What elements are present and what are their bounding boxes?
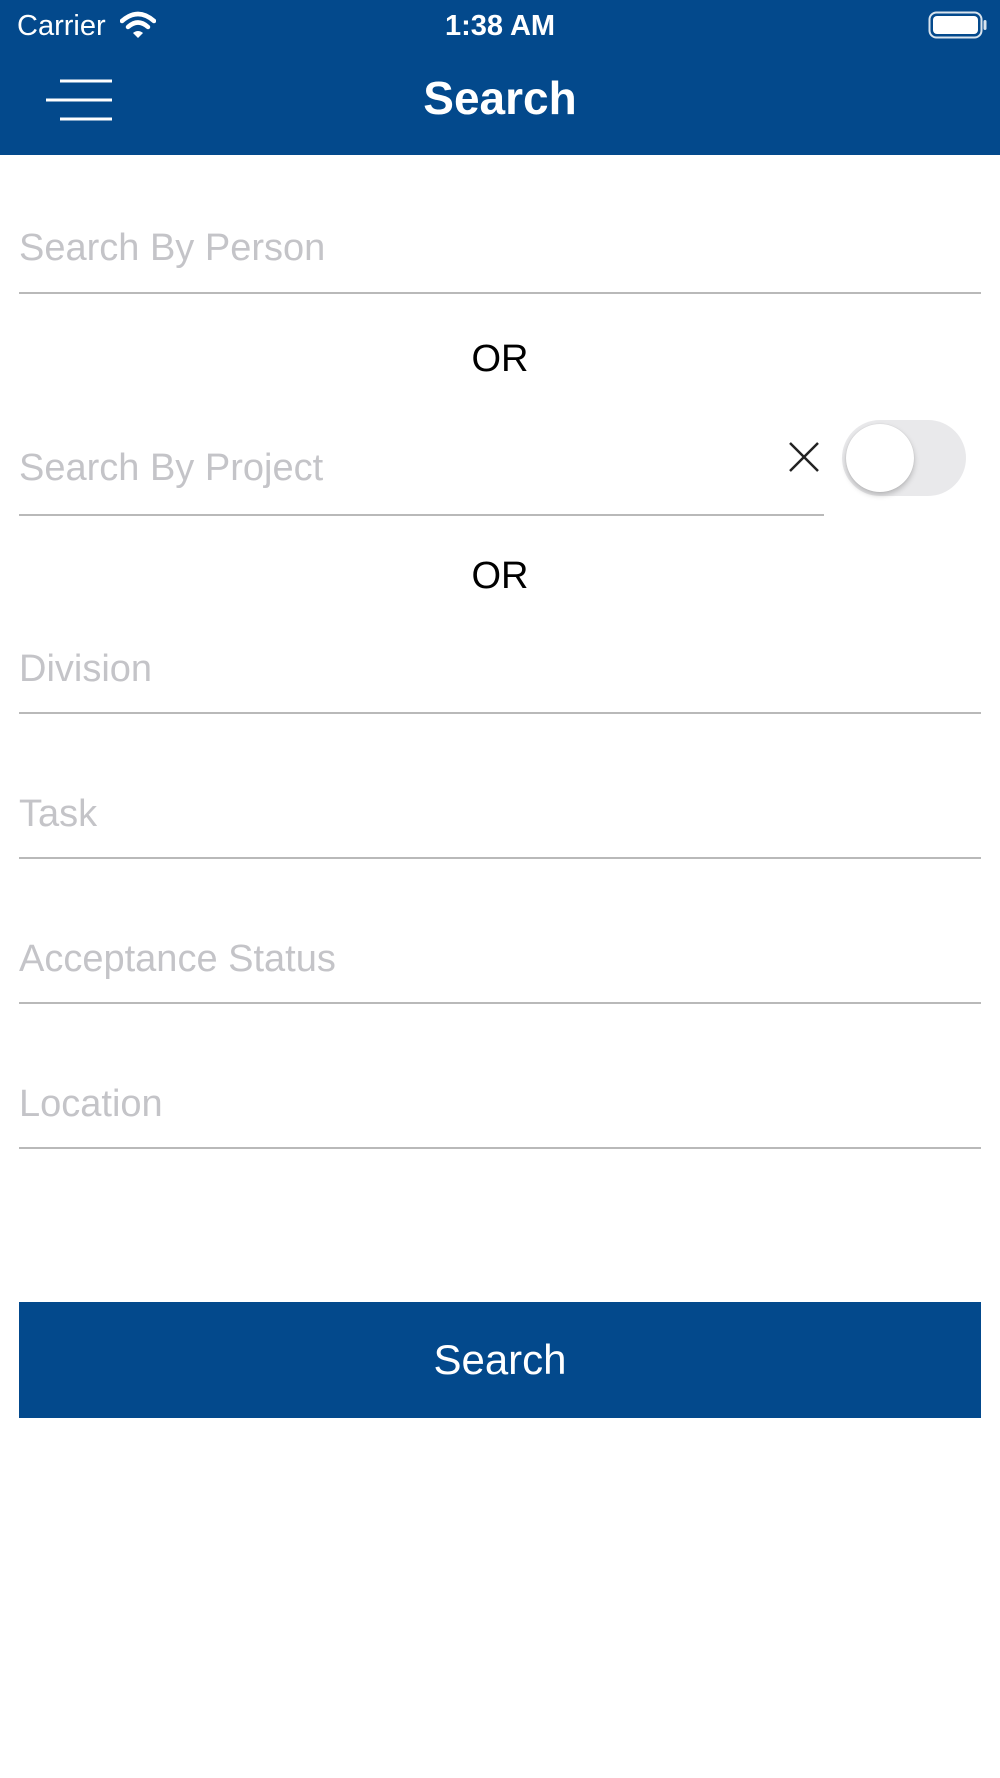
close-icon[interactable] xyxy=(787,440,821,474)
battery-icon xyxy=(928,11,987,39)
or-separator: OR xyxy=(471,555,529,597)
acceptance-status-input[interactable] xyxy=(19,916,981,1002)
task-field[interactable] xyxy=(19,771,981,859)
search-by-project-field[interactable] xyxy=(19,422,824,516)
location-input[interactable] xyxy=(19,1061,981,1147)
search-by-person-input[interactable] xyxy=(19,204,981,292)
project-toggle[interactable] xyxy=(842,420,966,496)
toggle-knob xyxy=(846,424,914,492)
acceptance-status-field[interactable] xyxy=(19,916,981,1004)
status-time: 1:38 AM xyxy=(444,10,556,42)
search-by-person-field[interactable] xyxy=(19,204,981,294)
search-button[interactable]: Search xyxy=(19,1302,981,1418)
page-title: Search xyxy=(423,72,577,124)
search-by-project-input[interactable] xyxy=(19,422,824,514)
or-separator: OR xyxy=(471,338,529,380)
location-field[interactable] xyxy=(19,1061,981,1149)
task-input[interactable] xyxy=(19,771,981,857)
division-input[interactable] xyxy=(19,626,981,712)
division-field[interactable] xyxy=(19,626,981,714)
nav-header: Carrier 1:38 AM Search xyxy=(0,0,1000,155)
